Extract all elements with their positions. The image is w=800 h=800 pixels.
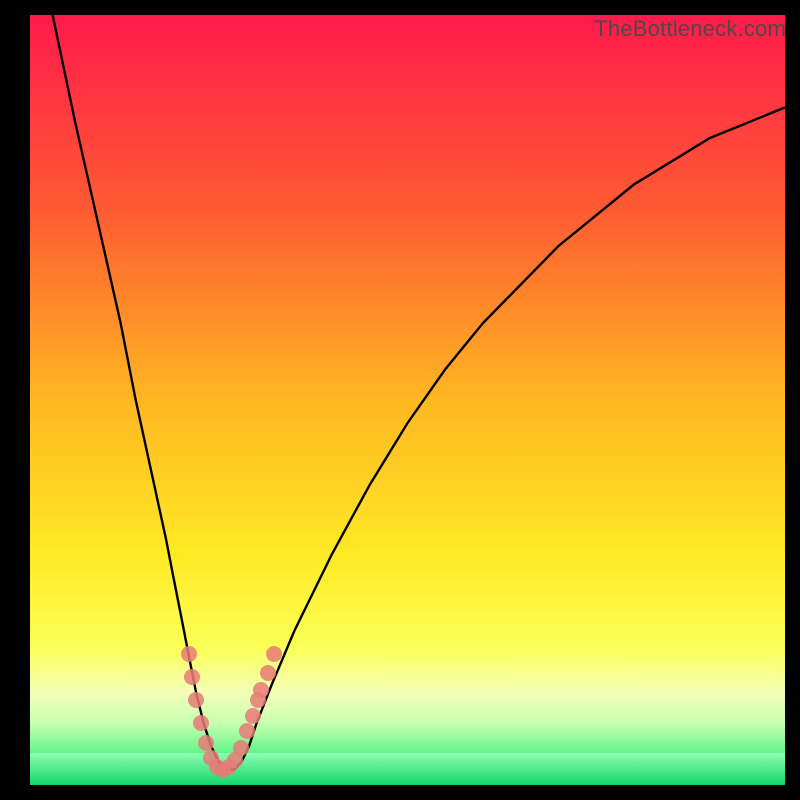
bottleneck-curve [30, 15, 785, 785]
highlight-marker [181, 646, 197, 662]
highlight-marker [188, 692, 204, 708]
highlight-marker [260, 665, 276, 681]
highlight-marker [184, 669, 200, 685]
highlight-marker [253, 682, 269, 698]
plot-area [30, 15, 785, 785]
highlight-marker [245, 708, 261, 724]
green-band [30, 753, 785, 785]
highlight-marker [266, 646, 282, 662]
highlight-marker [250, 692, 266, 708]
chart-frame: TheBottleneck.com [0, 0, 800, 800]
curve-path [53, 15, 785, 770]
highlight-marker [239, 723, 255, 739]
highlight-marker [193, 715, 209, 731]
highlight-marker [198, 735, 214, 751]
